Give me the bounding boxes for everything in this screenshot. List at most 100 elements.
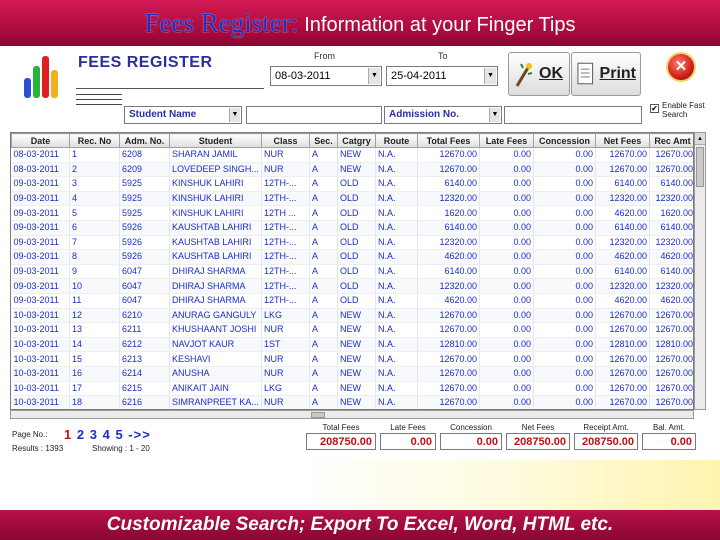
print-button[interactable]: Print — [571, 52, 641, 96]
to-date-dropdown-icon[interactable]: ▼ — [484, 68, 496, 84]
table-row[interactable]: 09-03-2011 7 5926 KAUSHTAB LAHIRI 12TH-... A O… — [11, 235, 693, 251]
column-header[interactable]: Late Fees — [479, 133, 534, 148]
table-cell: NEW — [337, 366, 376, 382]
table-cell: 10-03-2011 — [11, 366, 70, 382]
table-cell: 5925 — [119, 205, 170, 221]
admission-no-dropdown-icon[interactable]: ▼ — [489, 108, 500, 122]
horizontal-scroll-thumb[interactable] — [311, 412, 325, 418]
table-row[interactable]: 10-03-2011 12 6210 ANURAG GANGULY LKG A NEW N.A… — [11, 308, 693, 324]
table-cell: A — [309, 351, 338, 367]
table-cell: N.A. — [375, 176, 418, 192]
table-cell: 0.00 — [479, 337, 534, 353]
horizontal-scrollbar[interactable] — [10, 410, 694, 419]
from-date-picker[interactable]: 08-03-2011 ▼ — [270, 66, 382, 86]
table-row[interactable]: 09-03-2011 6 5926 KAUSHTAB LAHIRI 12TH-... A O… — [11, 220, 693, 236]
table-row[interactable]: 09-03-2011 3 5925 KINSHUK LAHIRI 12TH-... A OL… — [11, 176, 693, 192]
admission-no-filter-select[interactable]: Admission No. ▼ — [384, 106, 502, 124]
column-header[interactable]: Sec. — [309, 133, 338, 148]
table-cell: 6140.00 — [595, 176, 650, 192]
table-cell: 0.00 — [533, 220, 596, 236]
table-cell: 10-03-2011 — [11, 351, 70, 367]
column-header[interactable]: Adm. No. — [119, 133, 170, 148]
table-row[interactable]: 10-03-2011 16 6214 ANUSHA NUR A NEW N.A. 12670.0… — [11, 366, 693, 382]
page-link[interactable]: 2 — [77, 427, 85, 442]
table-row[interactable]: 09-03-2011 9 6047 DHIRAJ SHARMA 12TH-... A OLD… — [11, 264, 693, 280]
next-pages-link[interactable]: ->> — [128, 427, 151, 442]
student-name-dropdown-icon[interactable]: ▼ — [229, 108, 240, 122]
student-name-search-input[interactable] — [246, 106, 382, 124]
table-cell: 1ST — [261, 337, 310, 353]
column-header[interactable]: Route — [375, 133, 418, 148]
table-cell: 0.00 — [479, 351, 534, 367]
bar-chart-logo-icon — [24, 56, 58, 98]
table-cell: N.A. — [375, 293, 418, 309]
table-cell: A — [309, 176, 338, 192]
table-cell: N.A. — [375, 351, 418, 367]
table-cell: A — [309, 249, 338, 265]
table-cell: 12TH-... — [261, 264, 310, 280]
table-row[interactable]: 09-03-2011 10 6047 DHIRAJ SHARMA 12TH-... A OL… — [11, 278, 693, 294]
column-header[interactable]: Net Fees — [595, 133, 650, 148]
table-row[interactable]: 08-03-2011 2 6209 LOVEDEEP SINGH... NUR A NEW N… — [11, 162, 693, 178]
from-date-dropdown-icon[interactable]: ▼ — [368, 68, 380, 84]
table-row[interactable]: 10-03-2011 15 6213 KESHAVI NUR A NEW N.A. 12670.… — [11, 351, 693, 367]
table-cell: 12670.00 — [417, 308, 480, 324]
column-header[interactable]: Rec. No — [69, 133, 120, 148]
scroll-up-icon[interactable]: ▲ — [695, 133, 705, 145]
close-icon[interactable]: ✕ — [666, 52, 696, 82]
table-cell: 6140.00 — [649, 220, 693, 236]
vertical-scrollbar[interactable]: ▲ — [694, 132, 706, 410]
column-header[interactable]: Concession — [533, 133, 596, 148]
column-header[interactable]: Class — [261, 133, 310, 148]
table-row[interactable]: 10-03-2011 14 6212 NAVJOT KAUR 1ST A NEW N.A. 12… — [11, 337, 693, 353]
table-cell: LOVEDEEP SINGH... — [169, 162, 262, 178]
student-name-filter-select[interactable]: Student Name ▼ — [124, 106, 242, 124]
table-cell: 1 — [69, 147, 120, 163]
table-cell: NUR — [261, 162, 310, 178]
fees-grid: Date Rec. No Adm. No. Student Class Sec. Catgr… — [10, 132, 694, 410]
page-link[interactable]: 4 — [103, 427, 111, 442]
page-link[interactable]: 3 — [90, 427, 98, 442]
table-row[interactable]: 10-03-2011 17 6215 ANIKAIT JAIN LKG A NEW N.A. 1… — [11, 381, 693, 397]
print-button-label: Print — [599, 65, 636, 82]
table-cell: 12670.00 — [595, 322, 650, 338]
table-cell: 0.00 — [479, 381, 534, 397]
table-cell: 4620.00 — [649, 249, 693, 265]
fast-search-checkbox[interactable]: ✔ — [650, 104, 659, 113]
table-cell: 0.00 — [479, 249, 534, 265]
table-cell: 0.00 — [533, 395, 596, 409]
table-cell: 8 — [69, 249, 120, 265]
table-row[interactable]: 10-03-2011 13 6211 KHUSHAANT JOSHI NUR A NEW N.… — [11, 322, 693, 338]
table-row[interactable]: 09-03-2011 8 5926 KAUSHTAB LAHIRI 12TH-... A O… — [11, 249, 693, 265]
column-header[interactable]: Total Fees — [417, 133, 480, 148]
table-cell: DHIRAJ SHARMA — [169, 278, 262, 294]
page-link[interactable]: 5 — [115, 427, 123, 442]
column-header[interactable]: Student — [169, 133, 262, 148]
table-cell: A — [309, 147, 338, 163]
table-cell: NEW — [337, 162, 376, 178]
showing-label: Showing : — [92, 444, 128, 453]
table-row[interactable]: 10-03-2011 18 6216 SIMRANPREET KA... NUR A NEW… — [11, 395, 693, 409]
admission-no-search-input[interactable] — [504, 106, 642, 124]
column-header[interactable]: Date — [11, 133, 70, 148]
page-link[interactable]: 1 — [64, 427, 72, 442]
to-date-picker[interactable]: 25-04-2011 ▼ — [386, 66, 498, 86]
table-cell: 12670.00 — [649, 366, 693, 382]
from-date-value: 08-03-2011 — [275, 70, 331, 82]
table-row[interactable]: 09-03-2011 5 5925 KINSHUK LAHIRI 12TH ... A OL… — [11, 205, 693, 221]
table-cell: NUR — [261, 395, 310, 409]
table-cell: 10-03-2011 — [11, 322, 70, 338]
table-cell: 12810.00 — [417, 337, 480, 353]
background-glow — [290, 460, 720, 510]
table-row[interactable]: 09-03-2011 11 6047 DHIRAJ SHARMA 12TH-... A OL… — [11, 293, 693, 309]
vertical-scroll-thumb[interactable] — [696, 147, 704, 187]
ok-button[interactable]: OK — [508, 52, 570, 96]
table-row[interactable]: 08-03-2011 1 6208 SHARAN JAMIL NUR A NEW N.A. 12… — [11, 147, 693, 163]
table-row[interactable]: 09-03-2011 4 5925 KINSHUK LAHIRI 12TH-... A OL… — [11, 191, 693, 207]
table-cell: 12320.00 — [595, 278, 650, 294]
column-header[interactable]: Rec Amt — [649, 133, 693, 148]
table-cell: N.A. — [375, 381, 418, 397]
table-cell: OLD — [337, 278, 376, 294]
column-header[interactable]: Catgry — [337, 133, 376, 148]
table-cell: NUR — [261, 322, 310, 338]
